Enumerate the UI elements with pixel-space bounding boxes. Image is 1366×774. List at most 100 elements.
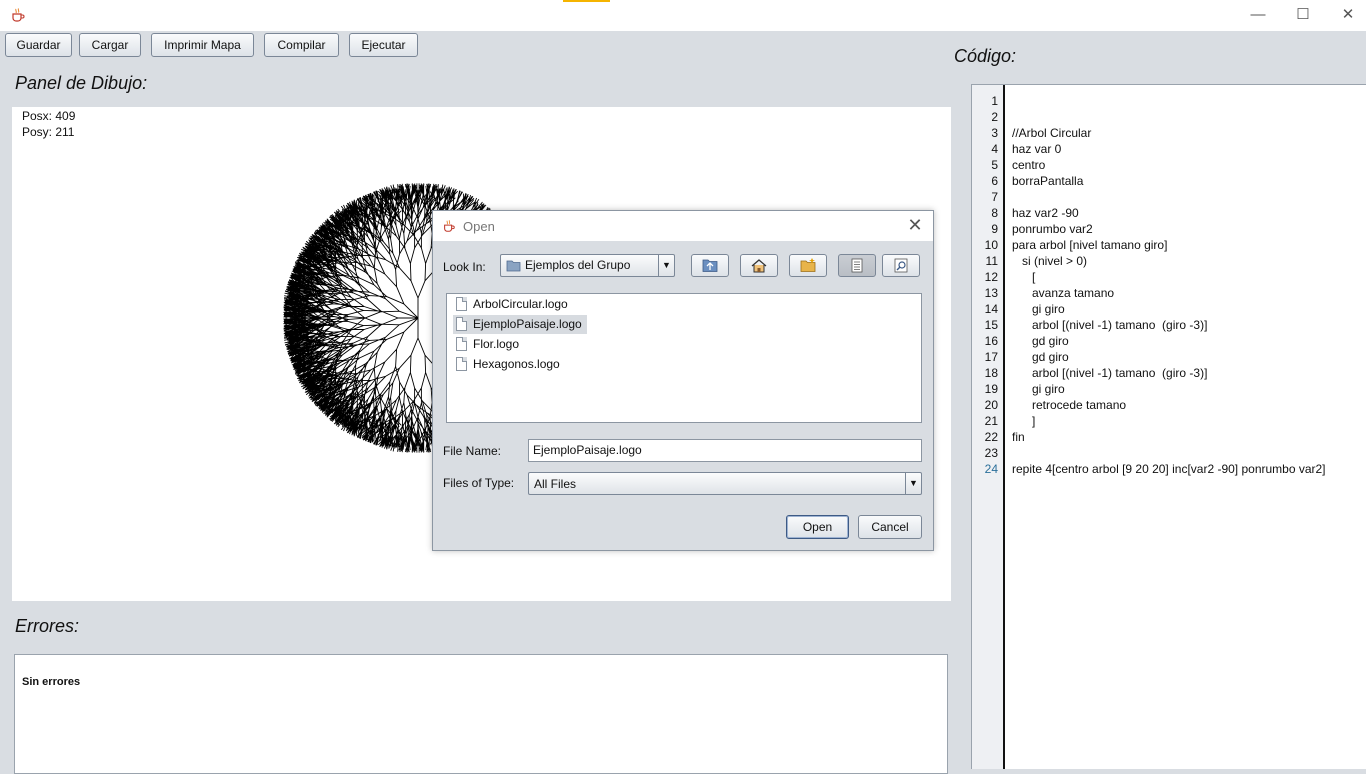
up-folder-icon — [702, 259, 718, 272]
file-item[interactable]: Flor.logo — [453, 335, 524, 354]
cancel-button[interactable]: Cancel — [858, 515, 922, 539]
code-line: si (nivel > 0) — [1012, 254, 1088, 268]
code-line: fin — [1012, 430, 1025, 444]
line-number: 4 — [991, 142, 998, 156]
dialog-title: Open — [463, 219, 495, 234]
line-number: 21 — [984, 414, 998, 428]
code-line: borraPantalla — [1012, 174, 1084, 188]
line-number: 9 — [991, 222, 998, 236]
code-line: para arbol [nivel tamano giro] — [1012, 238, 1168, 252]
line-number: 14 — [984, 302, 998, 316]
code-line: repite 4[centro arbol [9 20 20] inc[var2… — [1012, 462, 1326, 476]
line-number: 20 — [984, 398, 998, 412]
files-of-type-label: Files of Type: — [443, 476, 515, 490]
code-line: retrocede tamano — [1012, 398, 1127, 412]
code-editor[interactable]: 1 2 3 4 5 6 7 8 9 10 11 12 13 14 15 16 17 18 19 20 21 22 23 24 … — [971, 84, 1366, 769]
file-icon — [456, 317, 467, 331]
new-folder-icon — [800, 258, 816, 272]
file-icon — [456, 357, 467, 371]
line-number: 23 — [984, 446, 998, 460]
line-number: 6 — [991, 174, 998, 188]
dialog-close-icon[interactable]: ✕ — [905, 215, 925, 236]
line-number: 22 — [984, 430, 998, 444]
details-view-button[interactable] — [882, 254, 920, 277]
line-number: 13 — [984, 286, 998, 300]
code-line: //Arbol Circular — [1012, 126, 1092, 140]
compilar-button[interactable]: Compilar — [264, 33, 339, 57]
minimize-button[interactable]: — — [1247, 5, 1269, 25]
maximize-button[interactable]: ☐ — [1292, 5, 1314, 25]
code-line: arbol [(nivel -1) tamano (giro -3)] — [1012, 318, 1208, 332]
line-number: 10 — [984, 238, 998, 252]
code-line: ponrumbo var2 — [1012, 222, 1093, 236]
list-view-button[interactable] — [838, 254, 876, 277]
line-number: 1 — [991, 94, 998, 108]
look-in-combo[interactable]: Ejemplos del Grupo ▼ — [500, 254, 675, 277]
up-folder-button[interactable] — [691, 254, 729, 277]
line-number: 7 — [991, 190, 998, 204]
ejecutar-button[interactable]: Ejecutar — [349, 33, 418, 57]
line-number: 5 — [991, 158, 998, 172]
errors-message: Sin errores — [22, 676, 81, 688]
errors-panel: Sin errores — [14, 654, 948, 774]
code-line: gd giro — [1012, 334, 1069, 348]
line-number: 3 — [991, 126, 998, 140]
file-list[interactable]: ArbolCircular.logo EjemploPaisaje.logo Flo… — [446, 293, 922, 423]
errors-title: Errores: — [15, 616, 80, 636]
home-icon — [751, 259, 767, 273]
chevron-down-icon: ▼ — [905, 473, 921, 494]
files-of-type-value: All Files — [534, 477, 577, 491]
code-line: arbol [(nivel -1) tamano (giro -3)] — [1012, 366, 1208, 380]
code-line: [ — [1012, 270, 1036, 284]
line-number: 17 — [984, 350, 998, 364]
line-number: 24 — [984, 462, 998, 476]
guardar-button[interactable]: Guardar — [5, 33, 72, 57]
code-line: gd giro — [1012, 350, 1069, 364]
code-line: centro — [1012, 158, 1046, 172]
code-line: gi giro — [1012, 302, 1065, 316]
dialog-titlebar: Open ✕ — [433, 211, 933, 241]
file-name: ArbolCircular.logo — [473, 297, 568, 311]
line-number: 16 — [984, 334, 998, 348]
close-window-button[interactable]: ✕ — [1337, 5, 1359, 25]
file-item[interactable]: Hexagonos.logo — [453, 355, 565, 374]
file-icon — [456, 337, 467, 351]
window-titlebar: — ☐ ✕ — [0, 0, 1366, 31]
open-dialog: Open ✕ Look In: Ejemplos del Grupo ▼ Arb… — [432, 210, 934, 551]
java-cup-icon — [444, 220, 455, 232]
java-cup-icon — [12, 8, 25, 22]
code-line: haz var2 -90 — [1012, 206, 1079, 220]
code-title: Código: — [954, 46, 1017, 66]
file-name: Hexagonos.logo — [473, 357, 560, 371]
open-button[interactable]: Open — [786, 515, 849, 539]
home-button[interactable] — [740, 254, 778, 277]
file-name: Flor.logo — [473, 337, 520, 351]
file-item[interactable]: ArbolCircular.logo — [453, 295, 573, 314]
drawing-panel-title: Panel de Dibujo: — [15, 73, 148, 93]
line-number: 12 — [984, 270, 998, 284]
chevron-down-icon: ▼ — [658, 255, 674, 276]
details-view-icon — [894, 258, 908, 273]
list-view-icon — [851, 258, 863, 273]
line-number: 18 — [984, 366, 998, 380]
file-name-input[interactable]: EjemploPaisaje.logo — [528, 439, 922, 462]
code-line: gi giro — [1012, 382, 1065, 396]
files-of-type-combo[interactable]: All Files ▼ — [528, 472, 922, 495]
line-number: 15 — [984, 318, 998, 332]
line-number: 19 — [984, 382, 998, 396]
cargar-button[interactable]: Cargar — [79, 33, 141, 57]
folder-icon — [506, 260, 521, 272]
file-name: EjemploPaisaje.logo — [473, 317, 582, 331]
line-number: 2 — [991, 110, 998, 124]
new-folder-button[interactable] — [789, 254, 827, 277]
code-line: ] — [1012, 414, 1036, 428]
file-item[interactable]: EjemploPaisaje.logo — [453, 315, 587, 334]
code-line: haz var 0 — [1012, 142, 1062, 156]
look-in-value: Ejemplos del Grupo — [525, 258, 631, 272]
look-in-label: Look In: — [443, 260, 486, 274]
imprimir-mapa-button[interactable]: Imprimir Mapa — [151, 33, 254, 57]
code-line: avanza tamano — [1012, 286, 1115, 300]
file-icon — [456, 297, 467, 311]
line-number-gutter: 1 2 3 4 5 6 7 8 9 10 11 12 13 14 15 16 17 18 19 20 21 22 23 24 — [972, 85, 1005, 769]
line-number: 8 — [991, 206, 998, 220]
